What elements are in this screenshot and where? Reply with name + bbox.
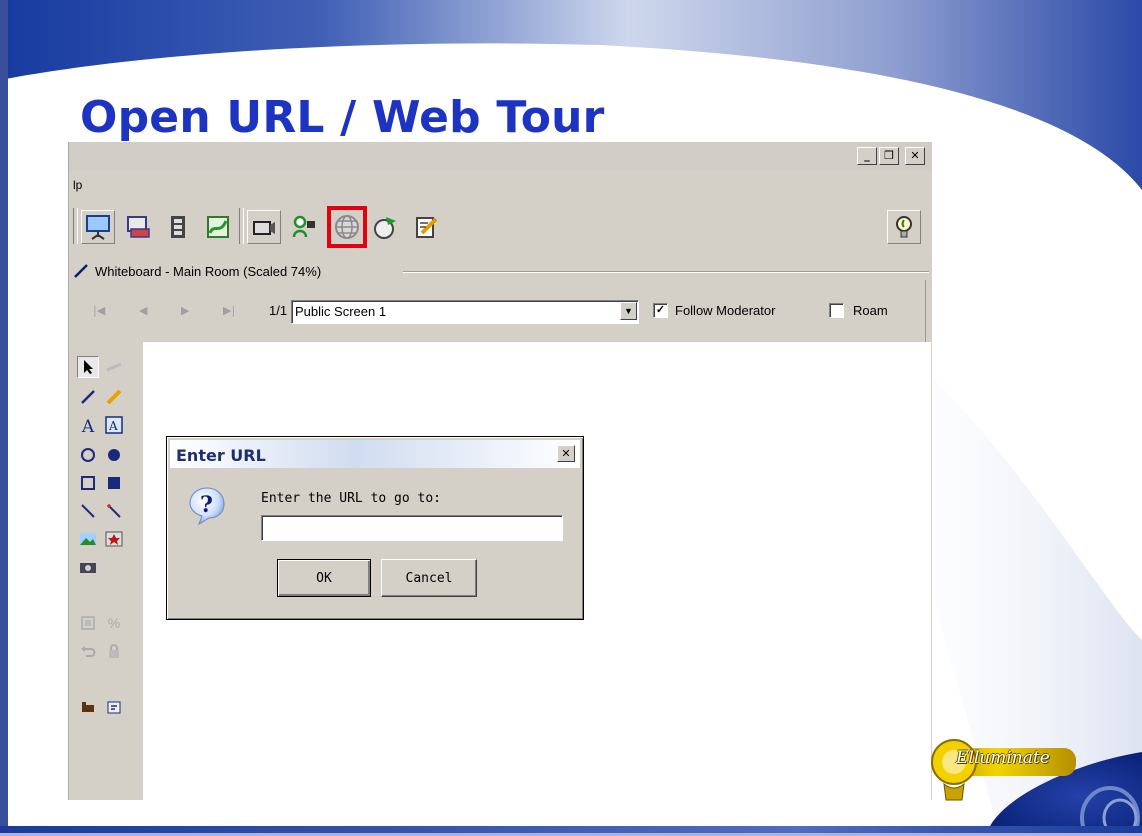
map-icon[interactable] xyxy=(201,210,235,244)
filled-rectangle-icon[interactable] xyxy=(103,472,125,494)
folder-icon[interactable] xyxy=(77,696,99,718)
whiteboard-tools: A A % xyxy=(77,356,141,796)
question-icon: ? xyxy=(189,487,225,525)
screen-select[interactable]: Public Screen 1 ▼ xyxy=(291,300,639,324)
camera-person-icon[interactable] xyxy=(287,210,321,244)
clipart-icon[interactable] xyxy=(103,528,125,550)
lock-icon[interactable] xyxy=(103,640,125,662)
toolbar-separator xyxy=(73,208,78,244)
ok-button[interactable]: OK xyxy=(277,559,371,597)
percent-zoom-icon[interactable]: % xyxy=(103,612,125,634)
logo-graphic xyxy=(931,739,1142,836)
highlighter-icon[interactable] xyxy=(103,386,125,408)
lightbulb-icon[interactable] xyxy=(887,210,921,244)
notes-edit-icon[interactable] xyxy=(409,210,443,244)
undo-icon[interactable] xyxy=(77,640,99,662)
whiteboard-pen-icon xyxy=(74,264,88,278)
text-icon[interactable]: A xyxy=(77,416,99,438)
chevron-down-icon[interactable]: ▼ xyxy=(620,302,637,320)
rectangle-icon[interactable] xyxy=(77,472,99,494)
pen-icon[interactable] xyxy=(77,386,99,408)
elluminate-logo: Elluminate xyxy=(930,722,1142,836)
magic-wand-icon[interactable] xyxy=(103,500,125,522)
group-icon[interactable] xyxy=(77,612,99,634)
follow-moderator-checkbox[interactable]: ✓ xyxy=(653,303,668,318)
desktop-share-icon[interactable] xyxy=(121,210,155,244)
dialog-title: Enter URL xyxy=(176,446,266,465)
follow-moderator-label: Follow Moderator xyxy=(675,303,776,318)
svg-text:A: A xyxy=(108,419,118,433)
main-toolbar xyxy=(69,200,932,252)
select-arrow-icon[interactable] xyxy=(77,356,99,378)
page-counter: 1/1 xyxy=(269,303,288,318)
properties-icon[interactable] xyxy=(103,696,125,718)
maximize-button[interactable]: ❒ xyxy=(879,147,899,165)
svg-text:?: ? xyxy=(200,492,213,518)
whiteboard-panel-header: Whiteboard - Main Room (Scaled 74%) xyxy=(73,262,929,280)
toolbar-separator xyxy=(239,208,244,244)
screen-select-value: Public Screen 1 xyxy=(295,304,387,319)
filled-ellipse-icon[interactable] xyxy=(103,444,125,466)
cancel-button[interactable]: Cancel xyxy=(381,559,477,597)
window-titlebar[interactable]: _ ❒ ✕ xyxy=(69,142,932,170)
filmstrip-icon[interactable] xyxy=(161,210,195,244)
enter-url-dialog: Enter URL ✕ ? Enter the URL to go to: OK… xyxy=(166,436,584,620)
close-window-button[interactable]: ✕ xyxy=(905,147,925,165)
video-camera-icon[interactable] xyxy=(247,210,281,244)
logo-text: Elluminate xyxy=(956,748,1050,768)
previous-page-icon[interactable]: ◀ xyxy=(139,304,147,317)
text-box-icon[interactable]: A xyxy=(103,414,125,436)
dialog-titlebar[interactable]: Enter URL ✕ xyxy=(170,440,580,468)
image-icon[interactable] xyxy=(77,528,99,550)
whiteboard-nav-bar: |◀ ◀ ▶ ▶| 1/1 Public Screen 1 ▼ ✓ Follow… xyxy=(89,300,925,324)
dialog-prompt: Enter the URL to go to: xyxy=(261,491,442,506)
pointer-icon[interactable] xyxy=(103,356,125,378)
ellipse-icon[interactable] xyxy=(77,444,99,466)
roam-checkbox[interactable] xyxy=(829,303,844,318)
web-globe-icon[interactable] xyxy=(327,206,367,248)
panel-divider xyxy=(403,271,929,273)
web-tour-icon[interactable] xyxy=(369,210,403,244)
screen-capture-icon[interactable] xyxy=(77,556,99,578)
first-page-icon[interactable]: |◀ xyxy=(93,304,105,317)
menu-label[interactable]: lp xyxy=(73,178,82,192)
last-page-icon[interactable]: ▶| xyxy=(223,304,235,317)
url-input[interactable] xyxy=(261,515,563,541)
whiteboard-title: Whiteboard - Main Room (Scaled 74%) xyxy=(95,263,322,279)
line-icon[interactable] xyxy=(77,500,99,522)
presentation-icon[interactable] xyxy=(81,210,115,244)
roam-label: Roam xyxy=(853,303,888,318)
next-page-icon[interactable]: ▶ xyxy=(181,304,189,317)
slide-title: Open URL / Web Tour xyxy=(80,92,605,143)
dialog-close-button[interactable]: ✕ xyxy=(557,445,575,462)
minimize-button[interactable]: _ xyxy=(857,147,877,165)
